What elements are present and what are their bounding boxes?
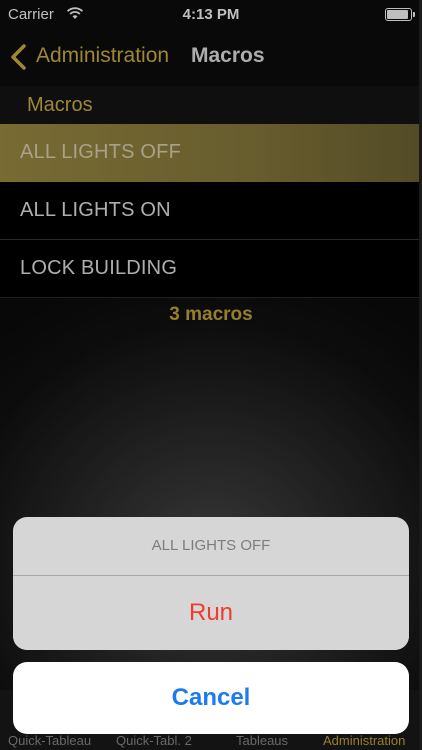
action-sheet-title: ALL LIGHTS OFF xyxy=(151,537,271,554)
cancel-button[interactable]: Cancel xyxy=(13,662,409,734)
run-button[interactable]: Run xyxy=(13,576,409,650)
action-sheet: ALL LIGHTS OFF Run xyxy=(13,517,409,650)
screen: Carrier 4:13 PM Administration Macros Ma… xyxy=(0,0,422,750)
